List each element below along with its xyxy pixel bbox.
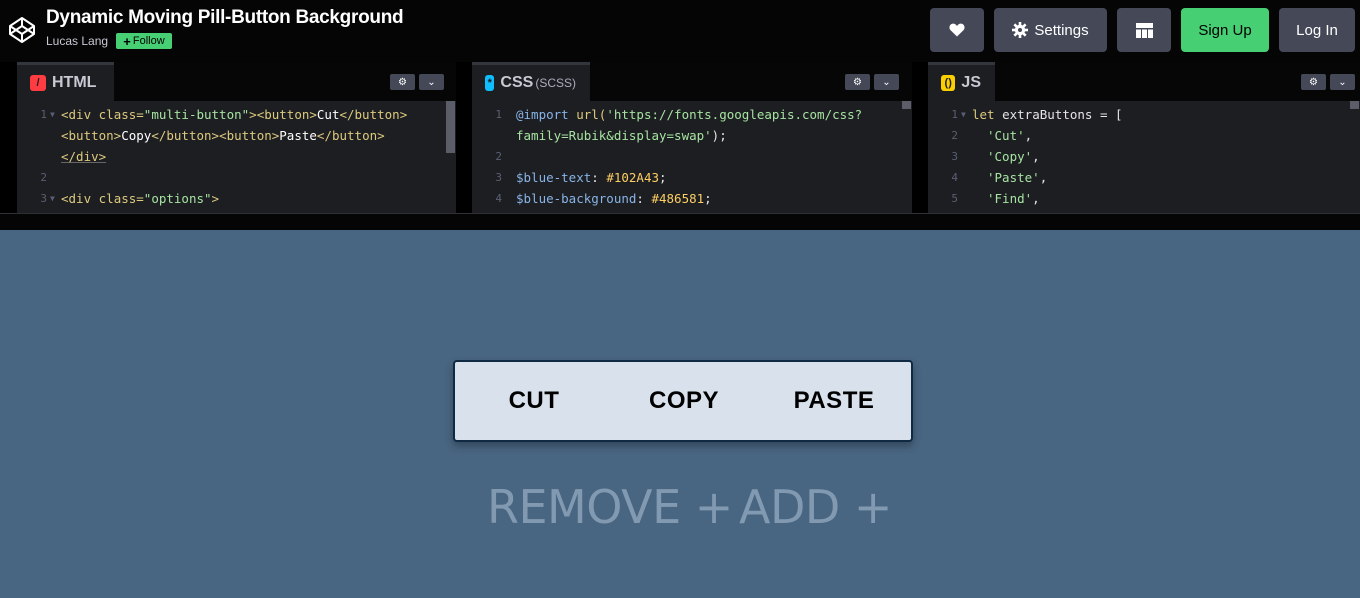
layout-grid-icon	[1135, 22, 1153, 38]
tab-js[interactable]: () JS	[928, 62, 995, 101]
code-line: 'Find',	[987, 191, 1040, 206]
line-number: 4	[951, 171, 958, 184]
follow-label: Follow	[132, 35, 165, 47]
tab-html-label: HTML	[52, 74, 97, 91]
paste-button[interactable]: PASTE	[755, 362, 913, 440]
tab-js-label: JS	[961, 74, 981, 91]
line-number: 2	[40, 171, 47, 184]
add-button[interactable]: ADD +	[739, 480, 892, 534]
html-icon: /	[30, 75, 46, 91]
line-number: 3	[495, 171, 502, 184]
js-editor-panel: () JS ⚙ ⌄ 1 ▼ let extraButtons = [ 2 'Cu…	[928, 62, 1360, 213]
codepen-logo-icon[interactable]	[7, 15, 37, 45]
line-number: 3	[951, 150, 958, 163]
css-collapse-button[interactable]: ⌄	[874, 74, 899, 90]
editor-area: / HTML ⚙ ⌄ 1 ▼ <div class="multi-button"…	[0, 62, 1360, 213]
multi-button: CUT COPY PASTE	[453, 360, 913, 442]
css-settings-button[interactable]: ⚙	[845, 74, 870, 90]
tab-css[interactable]: * CSS (SCSS)	[472, 62, 590, 101]
html-tab-bar: / HTML ⚙ ⌄	[17, 62, 456, 101]
css-icon: *	[485, 75, 495, 91]
code-line: 'Paste',	[987, 170, 1048, 185]
code-line: 'Cut',	[987, 128, 1033, 143]
chevron-down-icon: ⌄	[1338, 76, 1347, 88]
js-scrollbar-thumb[interactable]	[1350, 101, 1359, 109]
code-line: $blue-text: #102A43;	[516, 170, 667, 185]
gear-icon	[1012, 22, 1029, 38]
code-line: <button>Copy</button><button>Paste</butt…	[61, 128, 385, 143]
follow-button[interactable]: + Follow	[116, 33, 172, 49]
line-number: 1	[951, 108, 958, 121]
line-number: 1	[495, 108, 502, 121]
tab-css-label: CSS	[500, 74, 534, 91]
css-scrollbar-track[interactable]	[901, 101, 912, 213]
settings-button[interactable]: Settings	[994, 8, 1107, 52]
line-number: 2	[951, 129, 958, 142]
line-number: 4	[495, 192, 502, 205]
code-line: <div class="multi-button"><button>Cut</b…	[61, 107, 408, 122]
tab-css-preprocessor: (SCSS)	[535, 76, 576, 90]
js-tab-bar: () JS ⚙ ⌄	[928, 62, 1360, 101]
line-number: 1	[40, 108, 47, 121]
chevron-down-icon: ⌄	[882, 76, 891, 88]
code-line: let extraButtons = [	[972, 107, 1123, 122]
author-name[interactable]: Lucas Lang	[46, 34, 108, 48]
code-line: <div class="options">	[61, 191, 220, 206]
love-button[interactable]	[930, 8, 984, 52]
css-editor-panel: * CSS (SCSS) ⚙ ⌄ 1 @import url('https://…	[472, 62, 912, 213]
js-settings-button[interactable]: ⚙	[1301, 74, 1326, 90]
log-in-button[interactable]: Log In	[1279, 8, 1355, 52]
fold-arrow-icon[interactable]: ▼	[961, 110, 966, 119]
remove-button[interactable]: REMOVE +	[487, 480, 733, 534]
gear-icon: ⚙	[398, 76, 407, 88]
heart-icon	[949, 23, 965, 37]
fold-arrow-icon[interactable]: ▼	[50, 194, 55, 203]
code-line: @import url('https://fonts.googleapis.co…	[516, 107, 863, 122]
tab-html[interactable]: / HTML	[17, 62, 114, 101]
css-tab-bar: * CSS (SCSS) ⚙ ⌄	[472, 62, 912, 101]
code-line: </div>	[61, 149, 107, 164]
resize-handle[interactable]	[0, 213, 1360, 230]
fold-arrow-icon[interactable]: ▼	[50, 110, 55, 119]
line-number: 2	[495, 150, 502, 163]
js-icon: ()	[941, 75, 956, 91]
code-line: 'Copy',	[987, 149, 1040, 164]
css-scrollbar-thumb[interactable]	[902, 101, 911, 109]
plus-icon: +	[123, 33, 131, 49]
html-editor-panel: / HTML ⚙ ⌄ 1 ▼ <div class="multi-button"…	[17, 62, 456, 213]
html-scrollbar-thumb[interactable]	[446, 101, 455, 153]
chevron-down-icon: ⌄	[427, 76, 436, 88]
pen-title[interactable]: Dynamic Moving Pill-Button Background	[46, 7, 404, 29]
line-number: 3	[40, 192, 47, 205]
gear-icon: ⚙	[853, 76, 862, 88]
html-settings-button[interactable]: ⚙	[390, 74, 415, 90]
change-view-button[interactable]	[1117, 8, 1171, 52]
code-line: family=Rubik&display=swap');	[516, 128, 727, 143]
html-collapse-button[interactable]: ⌄	[419, 74, 444, 90]
gear-icon: ⚙	[1309, 76, 1318, 88]
top-header: Dynamic Moving Pill-Button Background Lu…	[0, 0, 1360, 62]
preview-pane: CUT COPY PASTE REMOVE + ADD +	[0, 230, 1360, 598]
code-line: $blue-background: #486581;	[516, 191, 712, 206]
copy-button[interactable]: COPY	[605, 362, 763, 440]
sign-up-button[interactable]: Sign Up	[1181, 8, 1269, 52]
js-collapse-button[interactable]: ⌄	[1330, 74, 1355, 90]
line-number: 5	[951, 192, 958, 205]
settings-label: Settings	[1034, 21, 1089, 39]
cut-button[interactable]: CUT	[455, 362, 613, 440]
js-scrollbar-track[interactable]	[1349, 101, 1360, 213]
